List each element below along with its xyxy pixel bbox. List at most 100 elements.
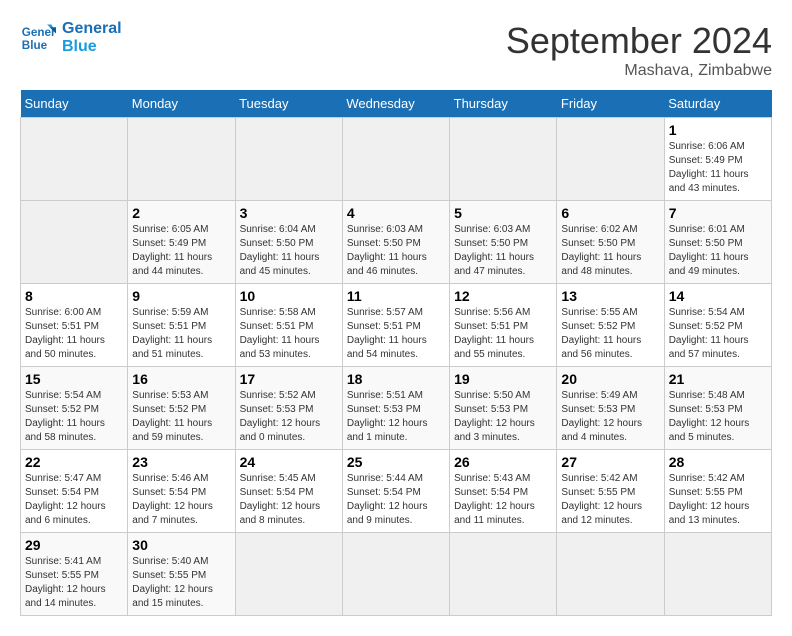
day-number: 21 bbox=[669, 371, 767, 387]
day-number: 28 bbox=[669, 454, 767, 470]
day-info: Sunrise: 5:47 AMSunset: 5:54 PMDaylight:… bbox=[25, 472, 123, 528]
calendar-header-row: SundayMondayTuesdayWednesdayThursdayFrid… bbox=[21, 90, 772, 118]
calendar-cell bbox=[235, 533, 342, 616]
calendar-cell bbox=[557, 533, 664, 616]
calendar-cell bbox=[128, 118, 235, 201]
calendar-cell bbox=[342, 118, 449, 201]
calendar-cell: 18 Sunrise: 5:51 AMSunset: 5:53 PMDayligh… bbox=[342, 367, 449, 450]
day-number: 29 bbox=[25, 537, 123, 553]
day-number: 4 bbox=[347, 205, 445, 221]
calendar-cell: 26 Sunrise: 5:43 AMSunset: 5:54 PMDayligh… bbox=[450, 450, 557, 533]
calendar-cell: 27 Sunrise: 5:42 AMSunset: 5:55 PMDayligh… bbox=[557, 450, 664, 533]
day-number: 5 bbox=[454, 205, 552, 221]
day-number: 27 bbox=[561, 454, 659, 470]
calendar-cell: 29Sunrise: 5:41 AMSunset: 5:55 PMDayligh… bbox=[21, 533, 128, 616]
title-block: September 2024 Mashava, Zimbabwe bbox=[506, 20, 772, 80]
calendar-cell: 15Sunrise: 5:54 AMSunset: 5:52 PMDayligh… bbox=[21, 367, 128, 450]
calendar-cell: 8 Sunrise: 6:00 AMSunset: 5:51 PMDaylight… bbox=[21, 284, 128, 367]
calendar-cell: 16Sunrise: 5:53 AMSunset: 5:52 PMDayligh… bbox=[128, 367, 235, 450]
day-info: Sunrise: 5:48 AMSunset: 5:53 PMDaylight:… bbox=[669, 389, 767, 445]
day-number: 24 bbox=[240, 454, 338, 470]
day-info: Sunrise: 5:42 AMSunset: 5:55 PMDaylight:… bbox=[561, 472, 659, 528]
day-number: 26 bbox=[454, 454, 552, 470]
day-number: 22 bbox=[25, 454, 123, 470]
calendar-cell: 17Sunrise: 5:52 AMSunset: 5:53 PMDayligh… bbox=[235, 367, 342, 450]
calendar-cell: 2 Sunrise: 6:05 AMSunset: 5:49 PMDaylight… bbox=[128, 201, 235, 284]
calendar-week-row: 2 Sunrise: 6:05 AMSunset: 5:49 PMDaylight… bbox=[21, 201, 772, 284]
day-number: 20 bbox=[561, 371, 659, 387]
location-label: Mashava, Zimbabwe bbox=[506, 62, 772, 80]
day-number: 3 bbox=[240, 205, 338, 221]
day-of-week-header: Tuesday bbox=[235, 90, 342, 118]
day-number: 18 bbox=[347, 371, 445, 387]
calendar-cell: 23 Sunrise: 5:46 AMSunset: 5:54 PMDayligh… bbox=[128, 450, 235, 533]
calendar-cell bbox=[21, 118, 128, 201]
calendar-week-row: 1 Sunrise: 6:06 AMSunset: 5:49 PMDaylight… bbox=[21, 118, 772, 201]
day-info: Sunrise: 5:43 AMSunset: 5:54 PMDaylight:… bbox=[454, 472, 552, 528]
day-info: Sunrise: 6:05 AMSunset: 5:49 PMDaylight:… bbox=[132, 223, 230, 279]
day-number: 25 bbox=[347, 454, 445, 470]
day-info: Sunrise: 6:01 AMSunset: 5:50 PMDaylight:… bbox=[669, 223, 767, 279]
day-number: 8 bbox=[25, 288, 123, 304]
calendar-cell: 6Sunrise: 6:02 AMSunset: 5:50 PMDaylight… bbox=[557, 201, 664, 284]
logo: General Blue General Blue bbox=[20, 20, 122, 56]
calendar-cell: 11Sunrise: 5:57 AMSunset: 5:51 PMDayligh… bbox=[342, 284, 449, 367]
day-info: Sunrise: 6:03 AMSunset: 5:50 PMDaylight:… bbox=[347, 223, 445, 279]
calendar-cell: 25 Sunrise: 5:44 AMSunset: 5:54 PMDayligh… bbox=[342, 450, 449, 533]
day-number: 11 bbox=[347, 288, 445, 304]
day-info: Sunrise: 5:51 AMSunset: 5:53 PMDaylight:… bbox=[347, 389, 445, 445]
day-info: Sunrise: 5:58 AMSunset: 5:51 PMDaylight:… bbox=[240, 306, 338, 362]
day-info: Sunrise: 6:00 AMSunset: 5:51 PMDaylight:… bbox=[25, 306, 123, 362]
calendar-week-row: 22 Sunrise: 5:47 AMSunset: 5:54 PMDayligh… bbox=[21, 450, 772, 533]
logo-blue: Blue bbox=[62, 38, 122, 56]
day-info: Sunrise: 5:59 AMSunset: 5:51 PMDaylight:… bbox=[132, 306, 230, 362]
day-info: Sunrise: 5:50 AMSunset: 5:53 PMDaylight:… bbox=[454, 389, 552, 445]
day-info: Sunrise: 6:03 AMSunset: 5:50 PMDaylight:… bbox=[454, 223, 552, 279]
day-of-week-header: Sunday bbox=[21, 90, 128, 118]
calendar-cell: 7Sunrise: 6:01 AMSunset: 5:50 PMDaylight… bbox=[664, 201, 771, 284]
calendar-cell bbox=[21, 201, 128, 284]
day-of-week-header: Thursday bbox=[450, 90, 557, 118]
day-of-week-header: Friday bbox=[557, 90, 664, 118]
calendar-week-row: 15Sunrise: 5:54 AMSunset: 5:52 PMDayligh… bbox=[21, 367, 772, 450]
day-number: 14 bbox=[669, 288, 767, 304]
day-of-week-header: Wednesday bbox=[342, 90, 449, 118]
calendar-cell: 3 Sunrise: 6:04 AMSunset: 5:50 PMDaylight… bbox=[235, 201, 342, 284]
day-number: 23 bbox=[132, 454, 230, 470]
day-number: 9 bbox=[132, 288, 230, 304]
day-number: 2 bbox=[132, 205, 230, 221]
day-info: Sunrise: 5:44 AMSunset: 5:54 PMDaylight:… bbox=[347, 472, 445, 528]
calendar-cell bbox=[557, 118, 664, 201]
calendar-cell: 4 Sunrise: 6:03 AMSunset: 5:50 PMDaylight… bbox=[342, 201, 449, 284]
calendar-cell: 24Sunrise: 5:45 AMSunset: 5:54 PMDayligh… bbox=[235, 450, 342, 533]
calendar-week-row: 8 Sunrise: 6:00 AMSunset: 5:51 PMDaylight… bbox=[21, 284, 772, 367]
day-number: 30 bbox=[132, 537, 230, 553]
logo-icon: General Blue bbox=[20, 20, 56, 56]
calendar-cell: 5 Sunrise: 6:03 AMSunset: 5:50 PMDaylight… bbox=[450, 201, 557, 284]
day-number: 17 bbox=[240, 371, 338, 387]
day-number: 1 bbox=[669, 122, 767, 138]
day-info: Sunrise: 5:46 AMSunset: 5:54 PMDaylight:… bbox=[132, 472, 230, 528]
day-info: Sunrise: 6:04 AMSunset: 5:50 PMDaylight:… bbox=[240, 223, 338, 279]
day-info: Sunrise: 5:40 AMSunset: 5:55 PMDaylight:… bbox=[132, 555, 230, 611]
day-number: 10 bbox=[240, 288, 338, 304]
day-number: 6 bbox=[561, 205, 659, 221]
day-info: Sunrise: 5:55 AMSunset: 5:52 PMDaylight:… bbox=[561, 306, 659, 362]
calendar-cell: 28Sunrise: 5:42 AMSunset: 5:55 PMDayligh… bbox=[664, 450, 771, 533]
calendar-cell: 14 Sunrise: 5:54 AMSunset: 5:52 PMDayligh… bbox=[664, 284, 771, 367]
day-info: Sunrise: 5:54 AMSunset: 5:52 PMDaylight:… bbox=[669, 306, 767, 362]
day-number: 16 bbox=[132, 371, 230, 387]
day-of-week-header: Monday bbox=[128, 90, 235, 118]
calendar-cell: 22 Sunrise: 5:47 AMSunset: 5:54 PMDayligh… bbox=[21, 450, 128, 533]
logo-general: General bbox=[62, 20, 122, 38]
day-number: 19 bbox=[454, 371, 552, 387]
calendar-cell: 10 Sunrise: 5:58 AMSunset: 5:51 PMDayligh… bbox=[235, 284, 342, 367]
day-number: 15 bbox=[25, 371, 123, 387]
calendar-cell: 13Sunrise: 5:55 AMSunset: 5:52 PMDayligh… bbox=[557, 284, 664, 367]
day-info: Sunrise: 6:06 AMSunset: 5:49 PMDaylight:… bbox=[669, 140, 767, 196]
day-of-week-header: Saturday bbox=[664, 90, 771, 118]
calendar-cell bbox=[450, 118, 557, 201]
calendar-cell bbox=[664, 533, 771, 616]
calendar-cell: 30 Sunrise: 5:40 AMSunset: 5:55 PMDayligh… bbox=[128, 533, 235, 616]
page-header: General Blue General Blue September 2024… bbox=[20, 20, 772, 80]
